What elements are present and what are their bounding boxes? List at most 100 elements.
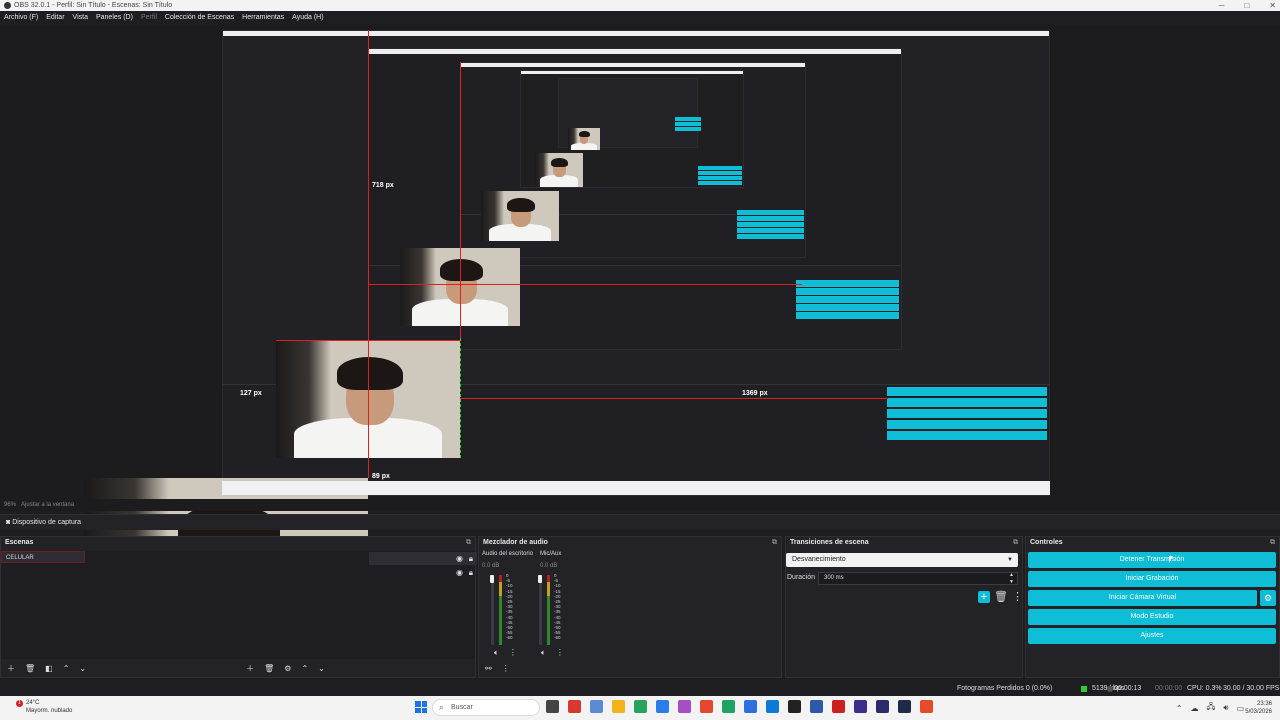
taskbar-app-icon[interactable] [656,700,669,713]
filter-icon[interactable]: ◧ [45,664,53,673]
menu-herramientas[interactable]: Herramientas [242,11,284,25]
trash-icon[interactable]: 🗑︎ [994,590,1008,603]
webcam-mirror-3 [481,191,559,241]
camera-icon: ◙ [6,519,11,526]
undock-icon[interactable]: ⧉ [1013,537,1018,548]
add-transition-button[interactable]: + [978,590,990,603]
taskbar-app-icon[interactable] [920,700,933,713]
source-row[interactable]: ◉ 🔒︎ [369,566,477,579]
eye-icon[interactable]: ◉ [456,566,463,579]
source-name: Dispositivo de captura [12,519,82,526]
taskbar-app-icon[interactable] [766,700,779,713]
window-title: OBS 32.0.1 - Perfil: Sin Título - Escena… [14,2,173,9]
cpu-usage: CPU: 0.3% [1187,685,1222,692]
taskbar-search[interactable]: ⌕ Buscar [432,699,540,716]
channel-db: 0.0 dB [540,563,558,569]
taskbar-app-icon[interactable] [744,700,757,713]
taskbar-app-icon[interactable] [876,700,889,713]
volume-icon[interactable]: 🔊︎ [1223,703,1228,713]
scene-item[interactable]: CELULAR [1,551,85,563]
menu-vista[interactable]: Vista [73,11,88,25]
volume-fader[interactable] [490,575,494,583]
guide-line [276,340,460,341]
guide-label: 1369 px [742,390,768,397]
gear-icon[interactable]: ⚙ [284,664,291,673]
menu-coleccion-escenas[interactable]: Colección de Escenas [165,11,234,25]
undock-icon[interactable]: ⧉ [772,537,777,548]
close-button[interactable]: ✕ [1269,0,1276,11]
undock-icon[interactable]: ⧉ [1270,537,1275,548]
guide-line [460,398,888,399]
add-icon[interactable]: ＋ [7,663,15,674]
down-icon[interactable]: ⌄ [79,664,86,673]
network-icon[interactable]: 🖧︎ [1206,701,1215,715]
taskbar-app-icon[interactable] [898,700,911,713]
add-source-icon[interactable]: ＋ [246,663,254,674]
duration-field[interactable]: 300 ms ▲ ▼ [818,572,1018,585]
spinner-icon[interactable]: ▲ ▼ [1009,572,1014,586]
more-icon[interactable]: ⋮ [502,664,510,673]
zoom-fit[interactable]: Ajustar a la ventana [21,502,74,508]
guide-line [460,338,461,458]
battery-icon[interactable]: ▭ [1236,704,1244,713]
taskbar-clock[interactable]: 23:36 5/03/2026 [1245,700,1272,716]
settings-button[interactable]: Ajustes [1028,628,1276,644]
start-virtual-camera-button[interactable]: Iniciar Cámara Virtual [1028,590,1257,606]
trash-icon[interactable]: 🗑︎ [25,664,35,673]
cloud-icon[interactable]: ☁ [1190,704,1198,713]
minimize-button[interactable]: ─ [1219,0,1225,11]
mirror-controls-5 [675,117,701,131]
source-row[interactable]: ◉ 🔒︎ [369,552,477,565]
db-scale: 0 -5 -10 -15 -20 -25 -30 -35 -40 -45 -50 -55 -60 [554,573,561,641]
more-icon[interactable]: ⋮ [509,648,517,658]
channel-name: Audio del escritorio [482,551,534,557]
lock-icon[interactable]: 🔒︎ [469,566,473,579]
taskbar-app-icon[interactable] [722,700,735,713]
taskbar-app-icon[interactable] [810,700,823,713]
guide-label: 89 px [372,473,390,480]
mouse-cursor [1169,556,1173,563]
speaker-icon[interactable]: 🔈︎ [541,648,546,658]
more-icon[interactable]: ⋮ [556,648,564,658]
remove-source-icon[interactable]: 🗑︎ [264,664,274,673]
undock-icon[interactable]: ⧉ [466,537,471,548]
taskbar-app-icon[interactable] [634,700,647,713]
speaker-icon[interactable]: 🔈︎ [494,648,499,658]
start-recording-button[interactable]: Iniciar Grabación [1028,571,1276,587]
taskbar-app-icon[interactable] [700,700,713,713]
taskbar-app-icon[interactable] [568,700,581,713]
link-icon[interactable]: ⚯ [485,664,492,673]
zoom-value[interactable]: 96% [4,502,16,508]
volume-fader[interactable] [538,575,542,583]
webcam-mirror-4 [535,153,583,187]
menu-paneles[interactable]: Paneles (D) [96,11,133,25]
taskbar-app-icon[interactable] [788,700,801,713]
menu-archivo[interactable]: Archivo (F) [4,11,38,25]
menu-editar[interactable]: Editar [46,11,64,25]
more-icon[interactable]: ⋮ [1012,590,1023,603]
windows-start-icon[interactable] [415,701,427,713]
up-icon[interactable]: ⌃ [63,664,70,673]
taskbar-app-icon[interactable] [590,700,603,713]
maximize-button[interactable]: □ [1244,0,1249,11]
stop-streaming-button[interactable]: Detener Transmisión [1028,552,1276,568]
down-icon[interactable]: ⌄ [318,664,325,673]
taskbar-app-icon[interactable] [832,700,845,713]
up-icon[interactable]: ⌃ [301,664,308,673]
menu-ayuda[interactable]: Ayuda (H) [292,11,323,25]
windows-taskbar: 1 24°C Mayorm. nublado ⌕ Buscar ⌃ ☁ 🖧︎ 🔊… [0,696,1280,720]
mixer-header: Mezclador de audio ⧉ [483,537,777,548]
taskbar-app-icon[interactable] [612,700,625,713]
notification-badge: 1 [16,700,23,707]
eye-icon[interactable]: ◉ [456,552,463,565]
menu-perfil[interactable]: Perfil [141,11,157,25]
controls-header: Controles ⧉ [1030,537,1275,548]
lock-icon[interactable]: 🔒︎ [469,552,473,565]
virtual-camera-settings-icon[interactable]: ⚙ [1260,590,1276,606]
transition-select[interactable]: Desvanecimiento ▼ [786,553,1018,567]
studio-mode-button[interactable]: Modo Estudio [1028,609,1276,625]
taskbar-app-icon[interactable] [678,700,691,713]
chevron-up-icon[interactable]: ⌃ [1176,704,1183,713]
taskbar-app-icon[interactable] [854,700,867,713]
taskbar-app-icon[interactable] [546,700,559,713]
